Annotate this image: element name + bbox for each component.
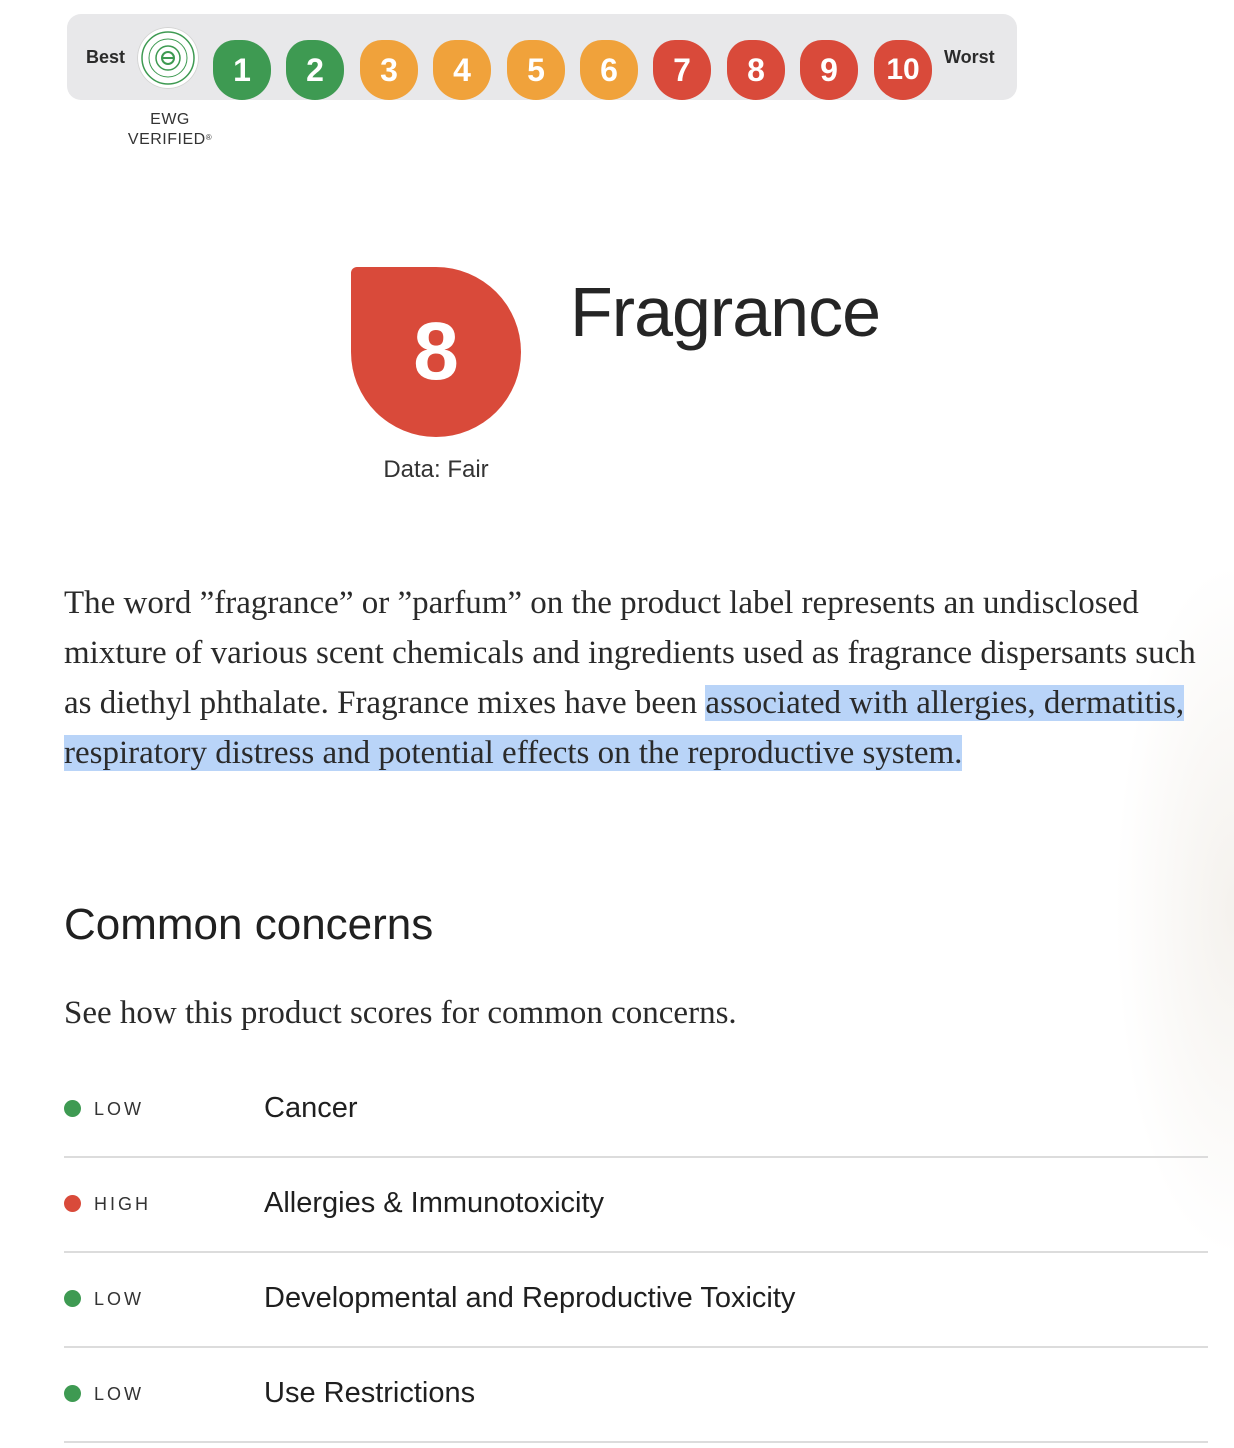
concern-row-use-restrictions: LOW Use Restrictions (64, 1348, 1208, 1443)
concern-row-cancer: LOW Cancer (64, 1063, 1208, 1158)
data-availability-label: Data: Fair (383, 456, 489, 483)
score-pill-9: 9 (800, 40, 858, 100)
ingredient-description: The word ”fragrance” or ”parfum” on the … (64, 578, 1214, 778)
scale-best-label: Best (86, 47, 126, 67)
status-dot-icon (64, 1290, 81, 1307)
score-pill-1: 1 (213, 40, 271, 100)
concerns-heading: Common concerns (64, 900, 434, 949)
ingredient-title: Fragrance (570, 273, 881, 351)
ewg-verified-seal-icon (137, 27, 199, 89)
concern-name: Cancer (264, 1092, 358, 1124)
score-pill-2: 2 (286, 40, 344, 100)
concern-row-developmental: LOW Developmental and Reproductive Toxic… (64, 1253, 1208, 1348)
score-pill-6: 6 (580, 40, 638, 100)
score-pill-10: 10 (874, 40, 932, 100)
ingredient-page: Best 1 2 3 4 5 6 7 8 9 10 Worst EWG VERIFIED® 8 D… (0, 0, 1234, 1448)
concern-name: Developmental and Reproductive Toxicity (264, 1282, 796, 1314)
scale-worst-label: Worst (944, 47, 995, 67)
status-dot-icon (64, 1385, 81, 1402)
hazard-scale: Best 1 2 3 4 5 6 7 8 9 10 Worst (67, 14, 1017, 100)
score-pill-3: 3 (360, 40, 418, 100)
concern-level: LOW (94, 1384, 145, 1404)
concerns-intro: See how this product scores for common c… (64, 995, 737, 1031)
status-dot-icon (64, 1100, 81, 1117)
score-pill-5: 5 (507, 40, 565, 100)
score-pill-7: 7 (653, 40, 711, 100)
concern-list: LOW Cancer HIGH Allergies & Immunotoxici… (64, 1063, 1208, 1443)
concern-name: Use Restrictions (264, 1377, 476, 1409)
concern-level: LOW (94, 1289, 145, 1309)
score-pill-4: 4 (433, 40, 491, 100)
concern-level: LOW (94, 1099, 145, 1119)
ewg-verified-caption: EWG VERIFIED® (127, 111, 213, 148)
concern-name: Allergies & Immunotoxicity (264, 1187, 605, 1219)
concern-row-allergies: HIGH Allergies & Immunotoxicity (64, 1158, 1208, 1253)
ingredient-score-badge: 8 (351, 267, 521, 437)
status-dot-icon (64, 1195, 81, 1212)
concern-level: HIGH (94, 1194, 151, 1214)
score-pill-8: 8 (727, 40, 785, 100)
